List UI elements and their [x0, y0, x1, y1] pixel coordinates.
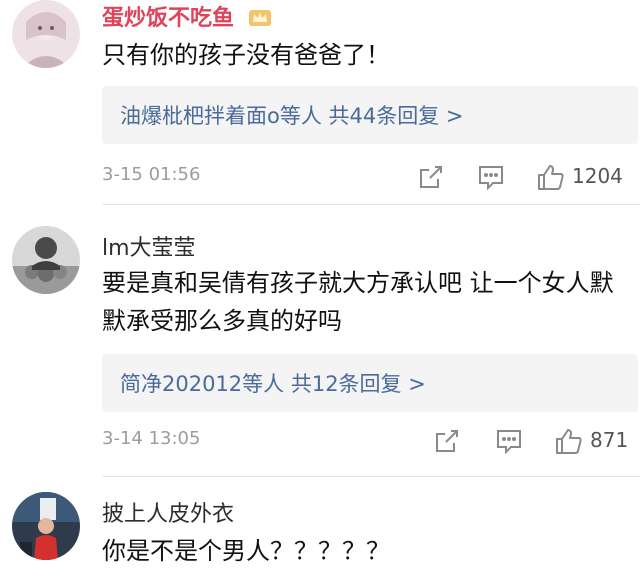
username-text[interactable]: 披上人皮外衣 — [102, 502, 234, 527]
reply-summary-link[interactable]: 油爆枇杷拌着面o等人 共44条回复 > — [120, 100, 464, 130]
like-count: 1204 — [572, 164, 623, 188]
reply-summary-box[interactable]: 油爆枇杷拌着面o等人 共44条回复 > — [102, 86, 638, 144]
thumbs-up-icon[interactable] — [536, 162, 566, 192]
username[interactable]: 蛋炒饭不吃鱼 — [102, 0, 272, 34]
timestamp: 3-15 01:56 — [102, 164, 201, 185]
thumbs-up-icon[interactable] — [554, 426, 584, 456]
like-count: 871 — [590, 428, 629, 452]
crown-badge-icon — [248, 6, 272, 34]
comment-text: 只有你的孩子没有爸爸了！ — [102, 41, 390, 69]
avatar[interactable] — [12, 492, 80, 560]
avatar[interactable] — [12, 0, 80, 68]
divider — [102, 476, 640, 477]
comment-meta: 3-15 01:56 1204 — [102, 162, 632, 192]
timestamp: 3-14 13:05 — [102, 428, 201, 449]
comment-item: 披上人皮外衣 你是不是个男人？？？？？ — [0, 484, 640, 583]
comment-text: 你是不是个男人？？？？？ — [102, 537, 390, 565]
share-icon[interactable] — [416, 162, 446, 192]
avatar[interactable] — [12, 226, 80, 294]
comment-text: 要是真和吴倩有孩子就大方承认吧 让一个女人默默承受那么多真的好吗 — [102, 269, 614, 335]
reply-summary-link[interactable]: 简净202012等人 共12条回复 > — [120, 368, 426, 398]
username[interactable]: 披上人皮外衣 — [102, 496, 234, 528]
comment-item: lm大莹莹 要是真和吴倩有孩子就大方承认吧 让一个女人默默承受那么多真的好吗 简… — [0, 218, 640, 480]
comment-item: 蛋炒饭不吃鱼 只有你的孩子没有爸爸了！ 油爆枇杷拌着面o等人 共44条回复 > … — [0, 0, 640, 205]
comment-icon[interactable] — [494, 426, 524, 456]
comment-meta: 3-14 13:05 871 — [102, 426, 632, 456]
username-text[interactable]: lm大莹莹 — [102, 236, 196, 261]
username[interactable]: lm大莹莹 — [102, 230, 196, 262]
divider — [102, 204, 640, 205]
share-icon[interactable] — [432, 426, 462, 456]
reply-summary-box[interactable]: 简净202012等人 共12条回复 > — [102, 354, 638, 412]
comment-icon[interactable] — [476, 162, 506, 192]
username-text[interactable]: 蛋炒饭不吃鱼 — [102, 6, 234, 31]
